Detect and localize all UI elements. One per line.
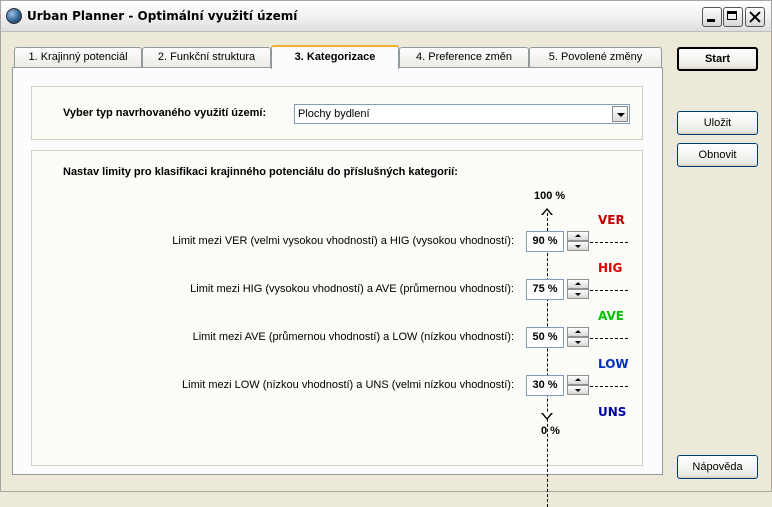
land-use-group: Vyber typ navrhovaného využití území: Pl… xyxy=(31,86,643,140)
category-ave: AVE xyxy=(598,309,624,323)
limit-low-uns-down-button[interactable] xyxy=(567,385,589,395)
tab-functional-structure[interactable]: 2. Funkční struktura xyxy=(142,47,271,67)
title-bar[interactable]: Urban Planner - Optimální využití území xyxy=(1,1,771,32)
land-use-selected-value: Plochy bydlení xyxy=(298,108,370,120)
tab-change-preferences[interactable]: 4. Preference změn xyxy=(399,47,529,67)
limit-ave-low-up-button[interactable] xyxy=(567,327,589,337)
window-title: Urban Planner - Optimální využití území xyxy=(27,9,298,23)
start-button[interactable]: Start xyxy=(677,47,758,71)
chevron-down-icon[interactable] xyxy=(612,106,628,122)
limit-hig-ave-field[interactable]: 75 % xyxy=(526,279,564,300)
main-window: Urban Planner - Optimální využití území … xyxy=(0,0,772,507)
limit-low-uns-field[interactable]: 30 % xyxy=(526,375,564,396)
category-low: LOW xyxy=(598,357,629,371)
limits-group: Nastav limity pro klasifikaci krajinného… xyxy=(31,150,643,507)
limit-ave-low-field[interactable]: 50 % xyxy=(526,327,564,348)
limit-ave-low-label: Limit mezi AVE (průmernou vhodností) a L… xyxy=(192,331,514,343)
close-icon[interactable] xyxy=(745,7,765,27)
limit-ave-low-down-button[interactable] xyxy=(567,337,589,347)
save-button[interactable]: Uložit xyxy=(677,111,758,135)
maximize-icon[interactable] xyxy=(723,7,743,27)
limit-ave-low-tick xyxy=(590,338,628,339)
top-percent-label: 100 % xyxy=(534,190,566,202)
limit-ver-hig-label: Limit mezi VER (velmi vysokou vhodností)… xyxy=(172,235,514,247)
limit-ver-hig-down-button[interactable] xyxy=(567,241,589,251)
limits-heading: Nastav limity pro klasifikaci krajinného… xyxy=(63,166,458,178)
bottom-percent-label: 0 % xyxy=(541,425,560,437)
limit-ver-hig-up-button[interactable] xyxy=(567,231,589,241)
tab-allowed-changes[interactable]: 5. Povolené změny xyxy=(529,47,662,67)
scale-axis xyxy=(547,213,548,507)
tab-landscape-potential[interactable]: 1. Krajinný potenciál xyxy=(14,47,142,67)
limit-hig-ave-tick xyxy=(590,290,628,291)
refresh-button[interactable]: Obnovit xyxy=(677,143,758,167)
arrow-down-icon xyxy=(541,413,553,420)
limit-ver-hig-field[interactable]: 90 % xyxy=(526,231,564,252)
limit-low-uns-up-button[interactable] xyxy=(567,375,589,385)
globe-icon xyxy=(6,8,22,24)
minimize-icon[interactable] xyxy=(702,7,722,27)
category-uns: UNS xyxy=(598,405,627,419)
limit-low-uns-label: Limit mezi LOW (nízkou vhodností) a UNS … xyxy=(182,379,514,391)
help-button[interactable]: Nápověda xyxy=(677,455,758,479)
category-ver: VER xyxy=(598,213,625,227)
category-hig: HIG xyxy=(598,261,623,275)
land-use-select[interactable]: Plochy bydlení xyxy=(294,104,630,124)
limit-hig-ave-up-button[interactable] xyxy=(567,279,589,289)
categorization-panel: Vyber typ navrhovaného využití území: Pl… xyxy=(12,67,663,507)
tab-categorization[interactable]: 3. Kategorizace xyxy=(271,45,399,69)
limit-hig-ave-down-button[interactable] xyxy=(567,289,589,299)
limit-ver-hig-tick xyxy=(590,242,628,243)
limit-hig-ave-label: Limit mezi HIG (vysokou vhodností) a AVE… xyxy=(190,283,514,295)
land-use-label: Vyber typ navrhovaného využití území: xyxy=(63,107,267,119)
limit-low-uns-tick xyxy=(590,386,628,387)
